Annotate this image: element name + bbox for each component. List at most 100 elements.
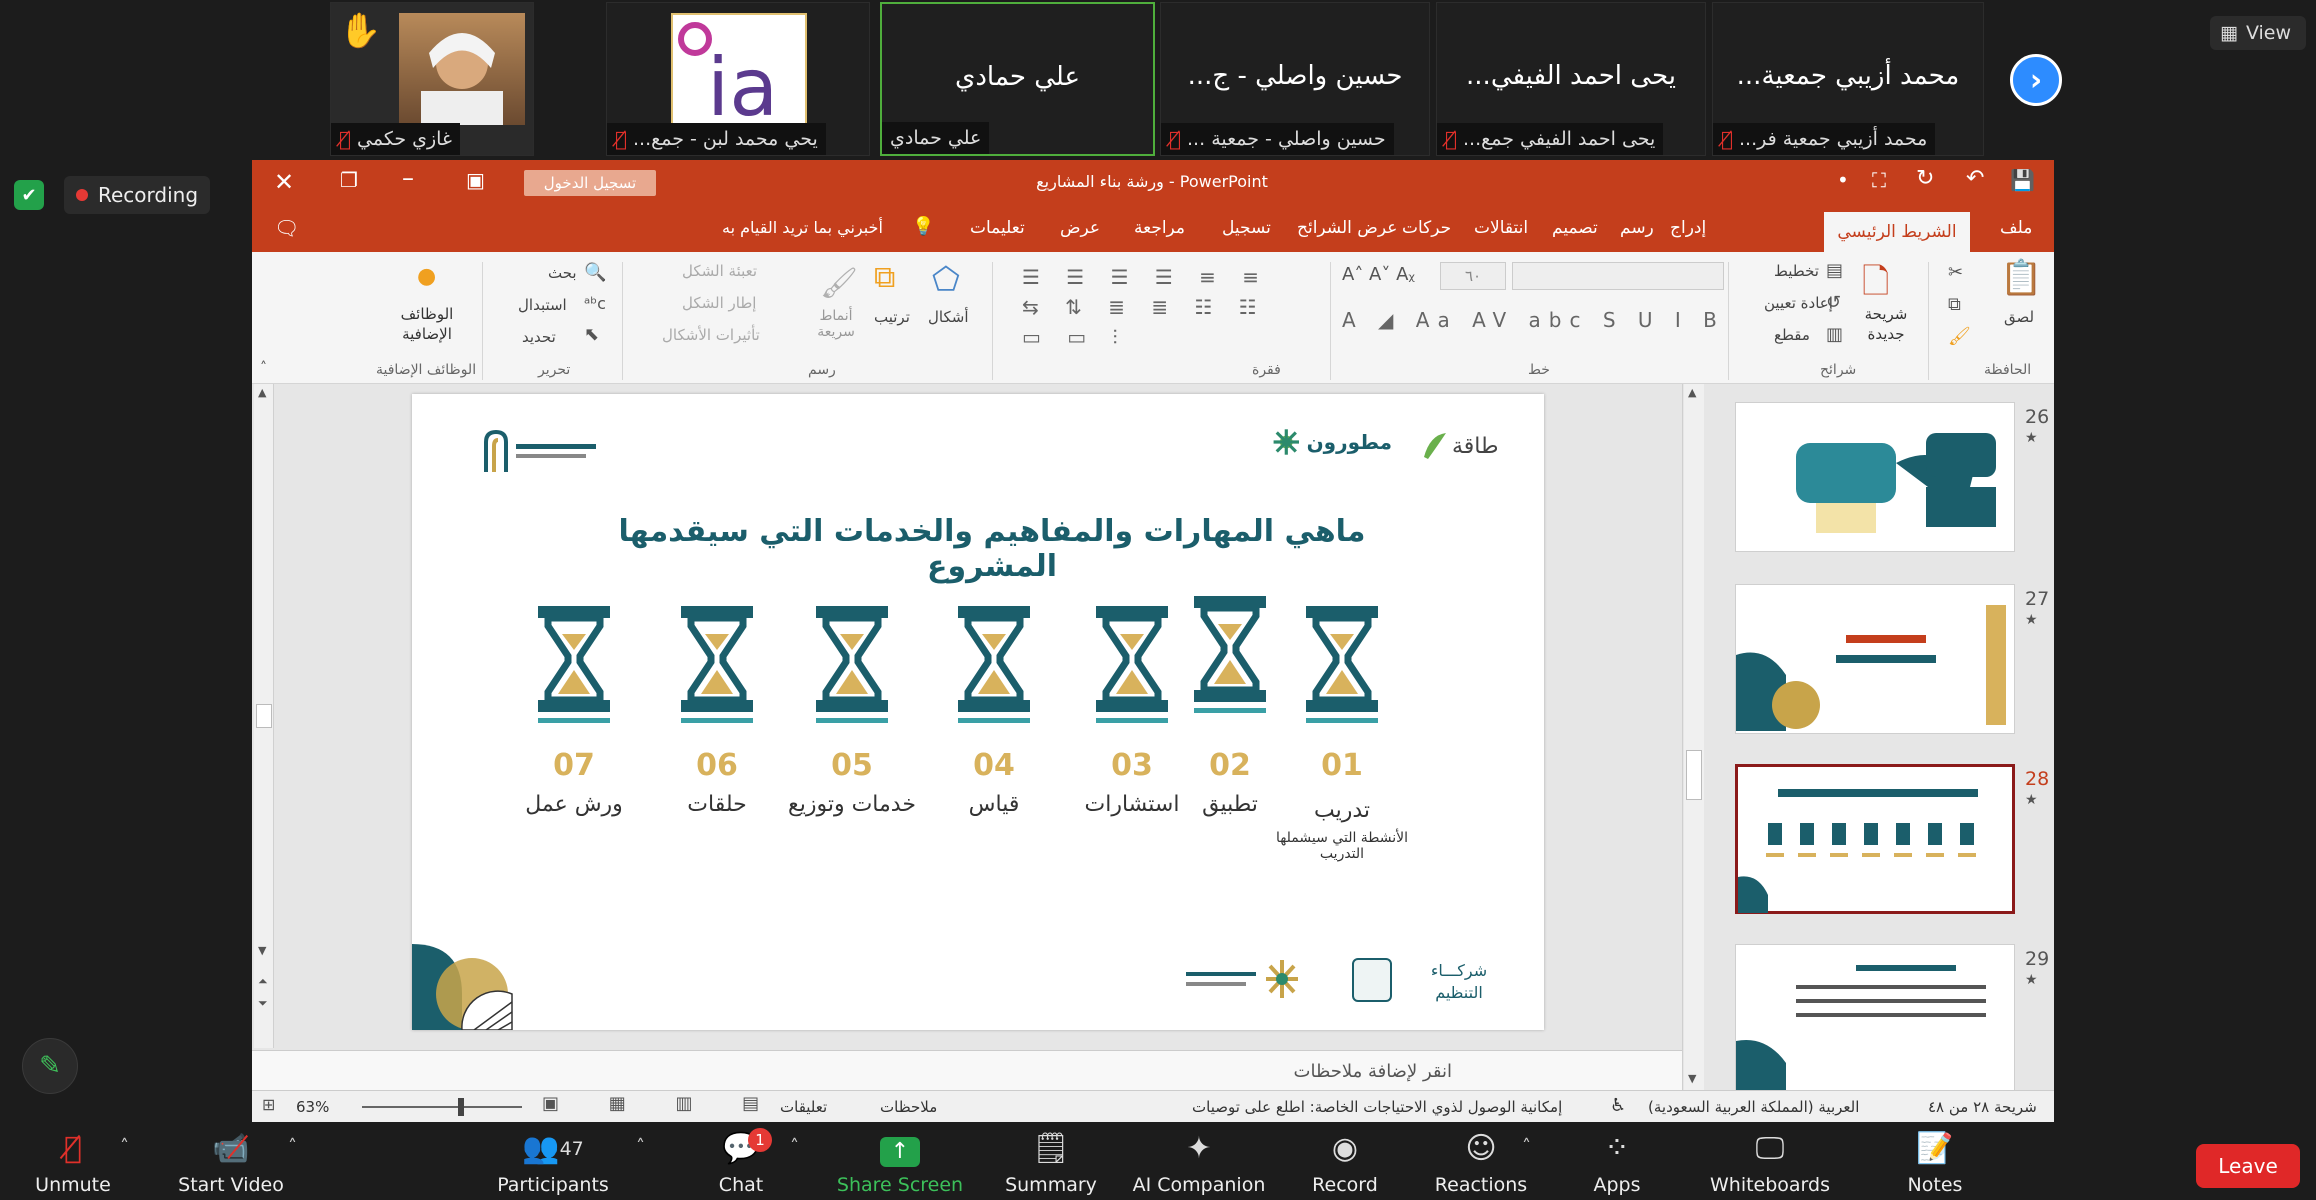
slide-scrollbar[interactable]: ▲ ▼ ⏶ ⏷ [254, 384, 274, 1048]
tab-record[interactable]: تسجيل [1222, 218, 1271, 238]
find-button[interactable]: بحث [548, 264, 577, 282]
close-icon[interactable]: ✕ [274, 168, 294, 196]
scroll-thumb[interactable] [256, 704, 272, 728]
chat-button[interactable]: 💬 Chat 1 [676, 1128, 806, 1196]
addins-icon[interactable]: ● [417, 264, 436, 289]
tab-animations[interactable]: حركات [1402, 218, 1451, 238]
whiteboards-button[interactable]: 🖵 Whiteboards [1700, 1128, 1840, 1196]
reset-button[interactable]: إعادة تعيين [1764, 294, 1833, 312]
arrange-button[interactable]: ترتيب [874, 308, 910, 326]
layout-button[interactable]: تخطيط [1774, 262, 1819, 280]
tell-me-input[interactable]: أخبرني بما تريد القيام به [722, 218, 883, 237]
annotate-pencil-button[interactable]: ✎ [22, 1038, 78, 1094]
undo-icon[interactable]: ↶ [1966, 166, 1984, 191]
chat-chevron-icon[interactable]: ˄ [790, 1136, 799, 1157]
ribbon-display-icon[interactable]: ▣ [466, 168, 485, 192]
thumb-scroll-down-icon[interactable]: ▼ [1688, 1072, 1696, 1085]
thumbnail-scrollbar[interactable]: ▲ ▼ [1684, 384, 1704, 1090]
notes-toggle[interactable]: ملاحظات [880, 1098, 937, 1116]
thumb-scroll-up-icon[interactable]: ▲ [1688, 386, 1696, 399]
next-participants-button[interactable]: › [2010, 54, 2062, 106]
addins-button[interactable]: الوظائف الإضافية [382, 304, 472, 344]
next-slide-icon[interactable]: ⏷ [258, 996, 268, 1011]
minimize-icon[interactable]: – [402, 164, 414, 192]
coauthor-icon[interactable]: • [1837, 168, 1849, 192]
slide-thumbnail[interactable] [1735, 584, 2015, 734]
tab-help[interactable]: تعليمات [970, 218, 1025, 238]
view-button[interactable]: ▦ View [2210, 16, 2306, 50]
security-shield-icon[interactable]: ✔ [14, 180, 44, 210]
slide-canvas[interactable]: طاقة مطورون ماهي المهارات والمفاهيم والخ… [412, 394, 1544, 1031]
shape-fill-button[interactable]: تعبئة الشكل [682, 262, 757, 280]
quick-styles-button[interactable]: أنماط سريعة [808, 308, 864, 340]
view-buttons[interactable]: ▣ ▦ ▥ ▤ [542, 1093, 781, 1114]
select-button[interactable]: تحديد [522, 328, 556, 346]
font-size-box[interactable]: ٦٠ [1440, 262, 1506, 290]
participant-tile[interactable]: ✋ 🎙̸ غازي حكمي [330, 2, 534, 156]
prev-slide-icon[interactable]: ⏶ [258, 974, 268, 989]
shape-outline-button[interactable]: إطار الشكل [682, 294, 756, 312]
notes-button[interactable]: 📝 Notes [1870, 1128, 2000, 1196]
apps-button[interactable]: ⁘ Apps [1552, 1128, 1682, 1196]
tab-view[interactable]: عرض [1060, 218, 1100, 238]
font-format-icons[interactable]: A ◢ Aa AV abc S U I B [1342, 308, 1725, 332]
tab-insert[interactable]: إدراج [1670, 218, 1706, 238]
zoom-slider[interactable] [362, 1098, 522, 1116]
copy-icon[interactable]: ⧉ [1948, 294, 1961, 315]
font-name-box[interactable] [1512, 262, 1724, 290]
audio-options-chevron-icon[interactable]: ˄ [120, 1136, 129, 1157]
scroll-down-icon[interactable]: ▼ [258, 944, 266, 957]
section-button[interactable]: مقطع [1774, 326, 1810, 344]
participant-tile[interactable]: ...حسين واصلي - ج 🎙̸... حسين واصلي - جمع… [1160, 2, 1430, 156]
notes-pane[interactable]: انقر لإضافة ملاحظات [252, 1050, 1682, 1090]
leave-button[interactable]: Leave [2196, 1144, 2300, 1188]
shapes-button[interactable]: أشكال [928, 308, 969, 326]
tab-transitions[interactable]: انتقالات [1474, 218, 1528, 238]
accessibility-status[interactable]: إمكانية الوصول لذوي الاحتياجات الخاصة: ا… [1192, 1098, 1562, 1116]
participants-button[interactable]: 👥47 Participants [488, 1128, 618, 1196]
collapse-ribbon-icon[interactable]: ˄ [260, 360, 267, 376]
start-video-button[interactable]: 📹̸ Start Video [166, 1128, 296, 1196]
tab-review[interactable]: مراجعة [1134, 218, 1185, 238]
fit-slide-icon[interactable]: ⊞ [262, 1095, 275, 1114]
zoom-slider-thumb[interactable] [458, 1098, 464, 1116]
present-icon[interactable]: ⛶ [1872, 168, 1886, 192]
participant-tile[interactable]: ia 🎙̸ ...يحي محمد لبن - جمع [606, 2, 870, 156]
slide-thumbnail[interactable] [1735, 944, 2015, 1094]
redo-icon[interactable]: ↻ [1916, 166, 1934, 191]
participant-tile[interactable]: ...محمد أزيبي جمعية 🎙̸ ...محمد أزيبي جمعي… [1712, 2, 1984, 156]
tab-draw[interactable]: رسم [1620, 218, 1654, 238]
summary-button[interactable]: 🗒 Summary [986, 1128, 1116, 1196]
video-options-chevron-icon[interactable]: ˄ [288, 1136, 297, 1157]
participants-chevron-icon[interactable]: ˄ [636, 1136, 645, 1157]
language-indicator[interactable]: العربية (المملكة العربية السعودية) [1648, 1098, 1859, 1116]
replace-button[interactable]: استبدال [518, 296, 567, 314]
font-size-icons[interactable]: A˄ A˅ Aᵪ [1342, 264, 1415, 285]
restore-icon[interactable]: ❐ [340, 168, 358, 192]
comments-toggle[interactable]: تعليقات [780, 1098, 827, 1116]
share-screen-button[interactable]: ↑ Share Screen [835, 1128, 965, 1196]
participant-tile[interactable]: ...يحى احمد الفيفي 🎙̸ ...يحى احمد الفيفي … [1436, 2, 1706, 156]
reactions-chevron-icon[interactable]: ˄ [1522, 1136, 1531, 1157]
thumb-scroll-thumb[interactable] [1686, 750, 1702, 800]
tab-slideshow[interactable]: عرض الشرائح [1297, 218, 1397, 238]
notes-placeholder[interactable]: انقر لإضافة ملاحظات [1294, 1061, 1452, 1082]
save-icon[interactable]: 💾 [2010, 168, 2035, 192]
scroll-up-icon[interactable]: ▲ [258, 386, 266, 399]
tab-home[interactable]: الشريط الرئيسي [1824, 212, 1970, 252]
cut-icon[interactable]: ✂ [1948, 262, 1963, 283]
record-button[interactable]: ◉ Record [1280, 1128, 1410, 1196]
tab-file[interactable]: ملف [2000, 218, 2032, 238]
signin-button[interactable]: تسجيل الدخول [524, 170, 656, 196]
zoom-level[interactable]: 63% [296, 1098, 329, 1116]
slide-thumbnail[interactable] [1735, 402, 2015, 552]
ai-companion-button[interactable]: ✦ AI Companion [1124, 1128, 1274, 1196]
unmute-button[interactable]: 🎙̸ Unmute [8, 1128, 138, 1196]
shape-effects-button[interactable]: تأثيرات الأشكال [662, 326, 760, 344]
new-slide-button[interactable]: شريحة جديدة [1856, 304, 1916, 344]
format-painter-icon[interactable]: 🖌 [1948, 326, 1971, 347]
slide-thumbnail[interactable] [1735, 764, 2015, 914]
participant-tile[interactable]: علي حمادي علي حمادي [880, 2, 1155, 156]
paste-button[interactable]: لصق [2004, 308, 2034, 326]
tab-design[interactable]: تصميم [1552, 218, 1598, 238]
